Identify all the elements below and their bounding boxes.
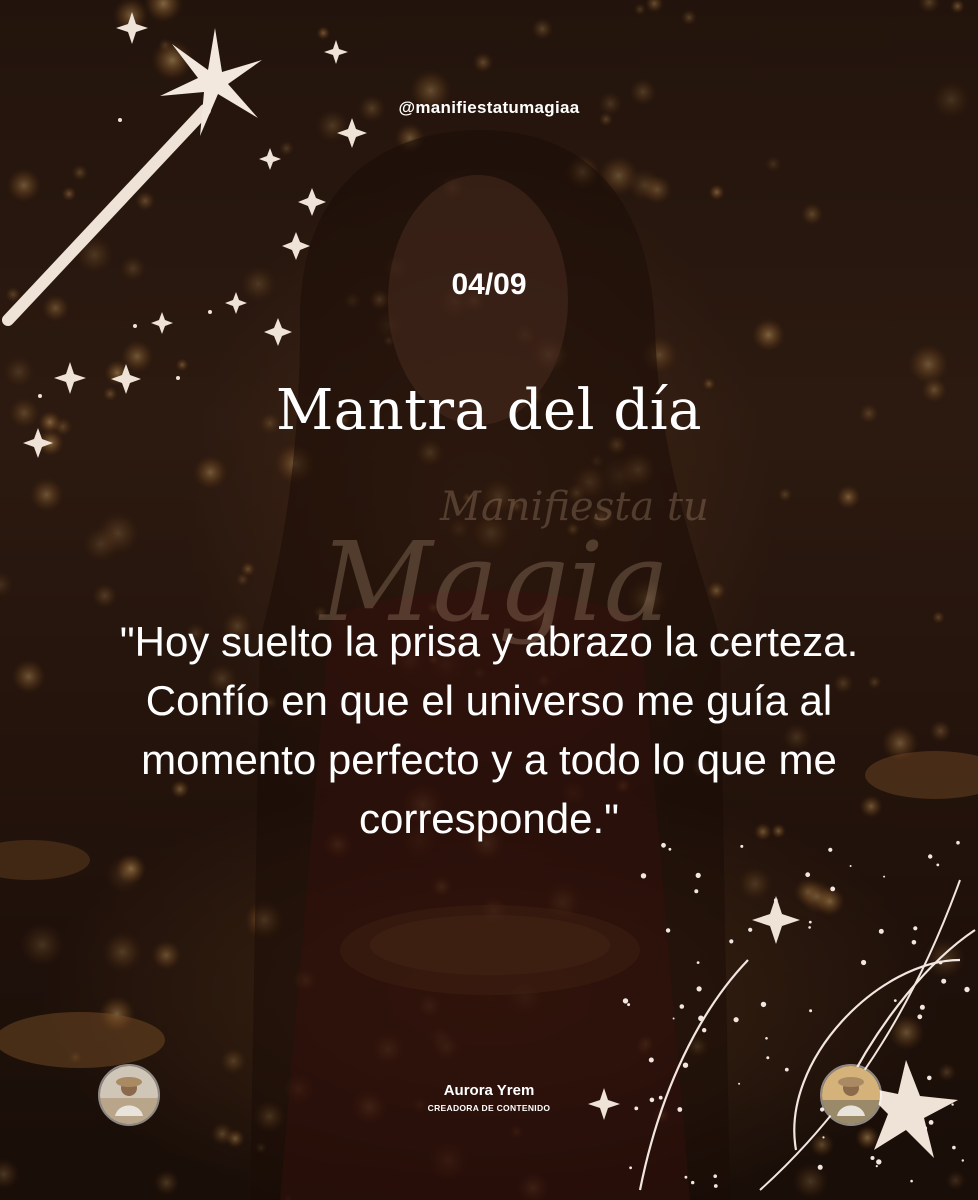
account-handle[interactable]: @manifiestatumagiaa [0, 98, 978, 118]
mantra-post: Manifiesta tu Magia @manifiestatumagiaa … [0, 0, 978, 1200]
author-role: CREADORA DE CONTENIDO [427, 1103, 551, 1113]
mantra-quote: "Hoy suelto la prisa y abrazo la certeza… [119, 618, 859, 842]
post-date: 04/09 [451, 268, 527, 301]
author-block: Aurora Yrem CREADORA DE CONTENIDO [0, 1082, 978, 1113]
post-title: Mantra del día [275, 378, 703, 443]
author-name: Aurora Yrem [443, 1082, 535, 1099]
